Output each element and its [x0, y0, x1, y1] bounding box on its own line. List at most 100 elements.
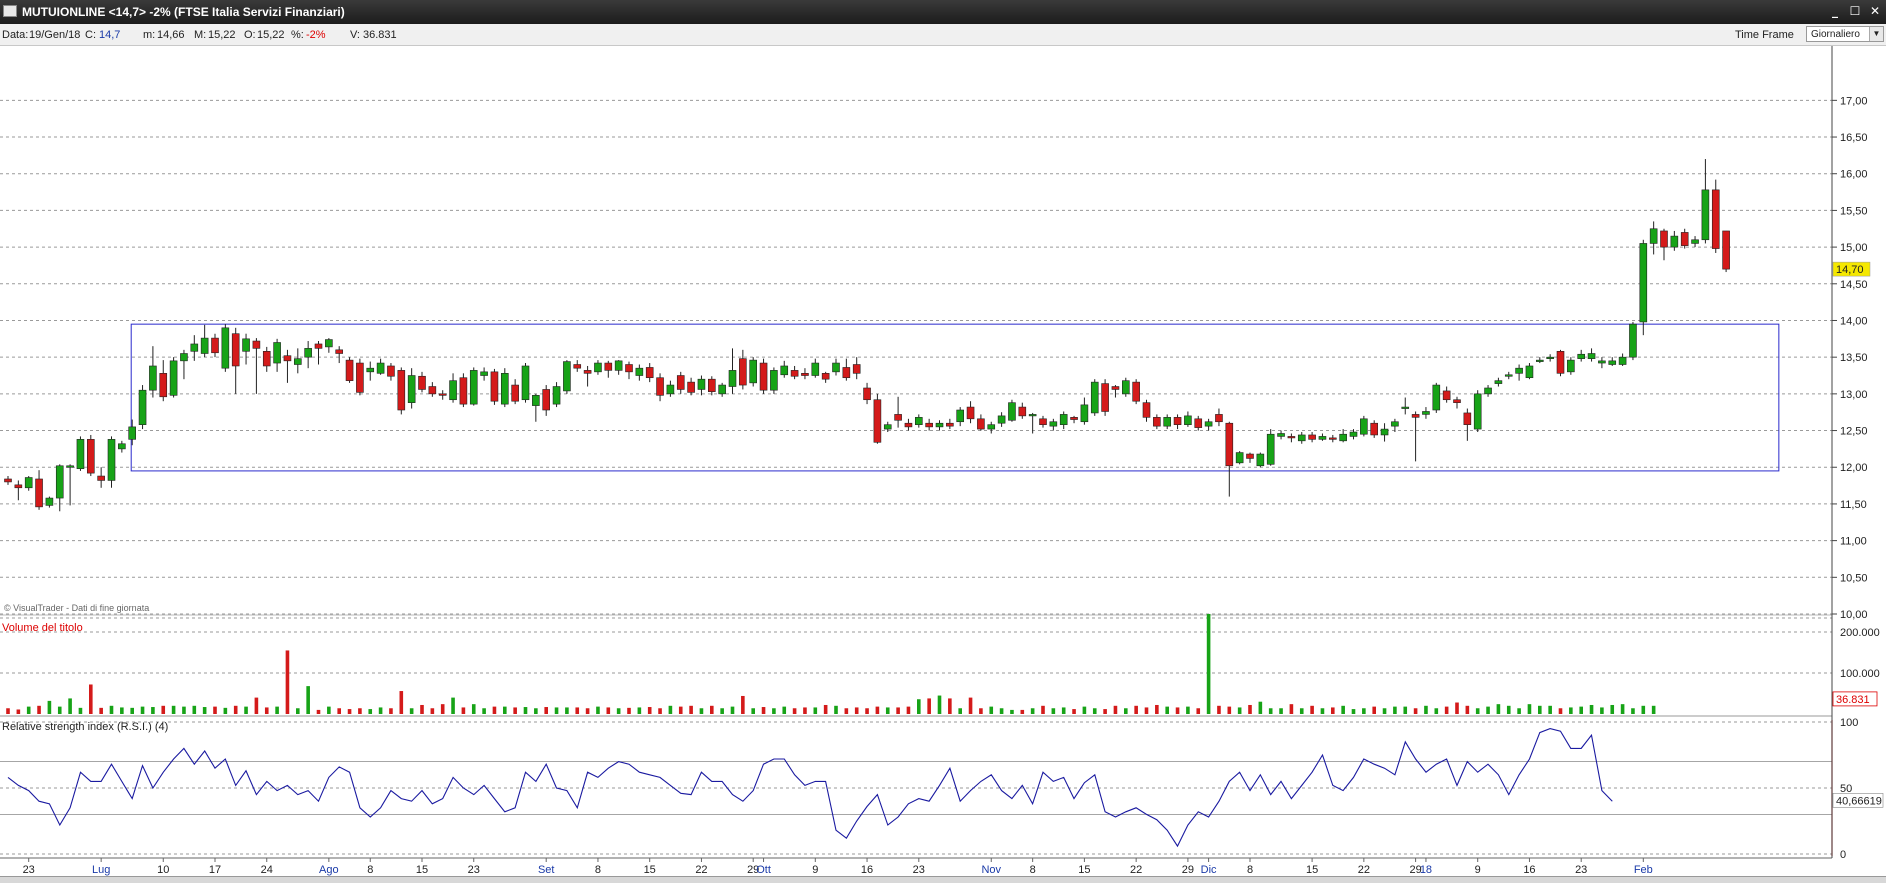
- volume-bar: [1320, 708, 1325, 714]
- price-chart: 10,00 10,50 11,00 11,50 12,00 12,50 13,00 13,50…: [0, 46, 1884, 876]
- volume-bar: [689, 705, 693, 714]
- x-tick-label: 22: [695, 864, 707, 876]
- candle: [1515, 367, 1523, 374]
- volume-bar: [513, 707, 517, 714]
- candle: [1660, 230, 1668, 248]
- candle: [76, 439, 85, 470]
- timeframe-select[interactable]: Giornaliero ▼: [1806, 26, 1884, 42]
- x-tick-label: Ott: [756, 864, 771, 876]
- candle: [1360, 418, 1368, 435]
- candle: [790, 370, 799, 377]
- candle: [904, 422, 913, 428]
- candle: [749, 359, 758, 384]
- volume-bar: [647, 707, 652, 714]
- chevron-down-icon[interactable]: ▼: [1869, 27, 1883, 41]
- volume-bar: [492, 706, 497, 714]
- close-button[interactable]: ✕: [1866, 3, 1884, 20]
- candle: [1722, 230, 1730, 270]
- volume-bar: [57, 706, 62, 714]
- volume-bar: [1248, 704, 1252, 714]
- volume-bar: [544, 707, 548, 714]
- y-tick-label: 16,00: [1840, 169, 1868, 181]
- candle: [459, 377, 468, 405]
- title-bar: MUTUIONLINE <14,7> -2% (FTSE Italia Serv…: [0, 0, 1886, 24]
- candle: [739, 358, 747, 386]
- volume-bar: [885, 707, 890, 714]
- candle: [149, 365, 157, 391]
- x-tick-label: 8: [1247, 864, 1253, 876]
- candle: [1504, 374, 1513, 377]
- candle: [1463, 412, 1472, 425]
- candle: [1225, 422, 1234, 467]
- candle: [407, 375, 416, 403]
- x-tick-label: 23: [913, 864, 925, 876]
- volume-bar: [1186, 706, 1190, 714]
- volume-bar: [1051, 708, 1056, 714]
- candle: [1090, 381, 1099, 414]
- volume-bar: [1382, 708, 1387, 714]
- x-tick-label: 15: [416, 864, 428, 876]
- volume-bar: [1506, 705, 1511, 714]
- volume-bar: [389, 708, 393, 714]
- volume-bar: [1651, 705, 1656, 714]
- candle: [759, 362, 768, 391]
- volume-bar: [1362, 708, 1366, 714]
- candle: [1701, 189, 1710, 241]
- volume-bar: [99, 707, 103, 714]
- volume-bar: [999, 708, 1004, 714]
- candle: [656, 377, 664, 396]
- volume-bar: [1548, 705, 1552, 714]
- volume-bar: [534, 708, 538, 714]
- candle: [1297, 434, 1306, 442]
- last-volume-label: 36.831: [1836, 694, 1870, 706]
- volume-bar: [989, 706, 994, 714]
- candle: [1484, 387, 1492, 395]
- volume-bar: [616, 708, 621, 714]
- volume-bar: [337, 708, 341, 714]
- volume-bar: [1465, 705, 1470, 714]
- candle: [1577, 353, 1585, 359]
- candle: [832, 362, 840, 373]
- x-tick-label: 15: [1078, 864, 1090, 876]
- minimize-button[interactable]: _: [1826, 3, 1844, 20]
- candle: [469, 370, 478, 405]
- volume-bar: [823, 704, 828, 714]
- volume-bar: [378, 707, 383, 714]
- volume-bar: [1589, 704, 1594, 714]
- volume-bar: [1206, 613, 1211, 714]
- volume-bar: [875, 706, 880, 714]
- candle: [1018, 406, 1027, 417]
- candle: [1629, 323, 1637, 358]
- volume-bar: [741, 695, 745, 714]
- candle: [914, 417, 923, 425]
- volume-bar: [1124, 708, 1128, 714]
- volume-bar: [1579, 706, 1583, 714]
- volume-bar: [1310, 705, 1314, 714]
- volume-bar: [6, 708, 10, 714]
- candle: [573, 364, 582, 369]
- candle: [1494, 380, 1503, 384]
- candle: [1142, 402, 1151, 418]
- volume-bar: [420, 704, 424, 714]
- volume-bar: [865, 708, 869, 714]
- volume-bar: [347, 709, 352, 714]
- y-tick-label: 13,00: [1840, 389, 1868, 401]
- candle: [87, 439, 95, 474]
- candle: [946, 422, 954, 427]
- volume-bar: [1092, 708, 1097, 714]
- y-tick-label: 12,00: [1840, 462, 1868, 474]
- candle: [1525, 365, 1534, 379]
- candle: [997, 415, 1006, 424]
- volume-bar: [1600, 707, 1604, 714]
- volume-bar: [1144, 707, 1149, 714]
- volume-bar: [285, 650, 290, 714]
- volume-bar: [89, 684, 93, 714]
- candle: [1453, 399, 1461, 403]
- volume-bar: [678, 706, 683, 714]
- maximize-button[interactable]: ☐: [1846, 3, 1864, 20]
- candle: [14, 484, 23, 489]
- volume-bar: [1372, 706, 1376, 714]
- volume-bar: [937, 695, 942, 714]
- candle: [1349, 431, 1358, 437]
- volume-bar: [440, 704, 445, 714]
